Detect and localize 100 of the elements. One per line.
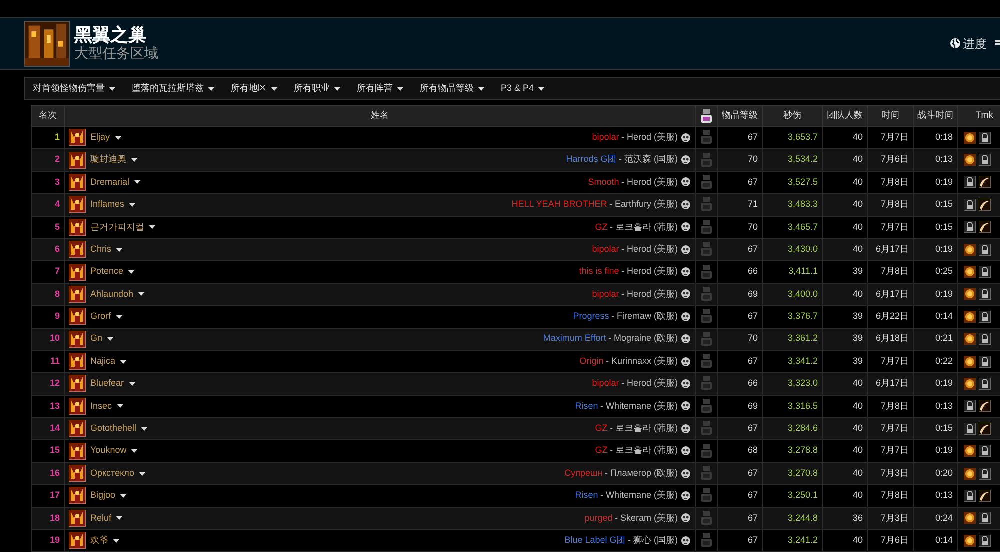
filter-dropdown[interactable]: 所有地区 (223, 78, 286, 99)
player-name-link[interactable]: Gn (90, 332, 114, 346)
player-name-link[interactable]: Najica (90, 354, 128, 368)
guild-link[interactable]: GZ (595, 445, 608, 456)
caret-icon (107, 337, 114, 342)
skull-icon[interactable] (681, 222, 691, 232)
skull-icon[interactable] (681, 155, 691, 166)
skull-icon[interactable] (681, 401, 691, 412)
column-header[interactable]: 战斗时间 (914, 106, 958, 126)
column-header[interactable]: 秒伤 (762, 106, 822, 126)
table-cell: 7月7日 (868, 126, 914, 149)
skull-icon[interactable] (681, 267, 691, 278)
table-cell: 0:21 (914, 328, 958, 350)
player-name-link[interactable]: Eljay (90, 130, 122, 144)
skull-icon[interactable] (681, 312, 691, 322)
rank-cell: 6 (32, 238, 64, 261)
column-header[interactable]: 时间 (868, 106, 914, 126)
caret-icon (129, 202, 136, 207)
skull-icon[interactable] (681, 132, 691, 143)
guild-link[interactable]: bipolar (592, 132, 620, 142)
table-cell: 6月17日 (868, 283, 914, 306)
skull-icon[interactable] (681, 536, 691, 546)
dps-cell: 3,284.6 (762, 418, 822, 440)
flame-figure-icon (69, 308, 86, 326)
column-header[interactable]: 姓名 (64, 106, 696, 126)
column-header[interactable]: 物品等级 (718, 106, 762, 126)
skull-icon[interactable] (681, 334, 691, 344)
guild-link[interactable]: Origin (580, 356, 604, 366)
progress-link[interactable]: 进度 (950, 34, 987, 52)
guild-link[interactable]: bipolar (592, 244, 620, 254)
dps-cell: 3,270.8 (762, 462, 822, 485)
filter-dropdown[interactable]: 所有阵营 (349, 78, 412, 99)
player-name-link[interactable]: Gotothehell (90, 422, 148, 436)
player-name-link[interactable]: Chris (90, 242, 124, 256)
guild-link[interactable]: GZ (595, 222, 608, 232)
guild-link[interactable]: Progress (573, 311, 610, 322)
column-header[interactable]: Tmk (958, 106, 1000, 126)
guild-link[interactable]: this is fine (579, 266, 620, 276)
player-name-link[interactable]: Ahlaundoh (90, 288, 146, 302)
filter-dropdown[interactable]: 堕落的瓦拉斯塔兹 (124, 78, 223, 99)
player-name-link[interactable]: 璇封迪奥 (90, 153, 138, 167)
table-cell: 70 (718, 148, 762, 172)
player-name-link[interactable]: 欢爷 (90, 534, 120, 548)
player-name-link[interactable]: Reluf (90, 512, 124, 526)
filter-dropdown[interactable]: 对首领怪物伤害量 (25, 78, 124, 99)
dps-cell: 3,653.7 (762, 126, 822, 149)
menu-icon[interactable] (995, 40, 1000, 48)
skull-icon[interactable] (681, 446, 691, 456)
guild-link[interactable]: Risen (575, 400, 598, 411)
skull-icon[interactable] (681, 244, 691, 255)
guild-link[interactable]: Maximum Effort (543, 333, 606, 344)
skull-icon[interactable] (681, 424, 691, 434)
caret-icon (138, 472, 146, 476)
table-cell: 40 (822, 440, 868, 462)
guild-link[interactable]: bipolar (592, 288, 620, 299)
player-name-link[interactable]: Insec (90, 400, 124, 414)
guild-link[interactable]: Harrods G团 (566, 154, 617, 164)
player-name-link[interactable]: Grorf (90, 310, 123, 324)
skull-icon[interactable] (681, 200, 691, 210)
player-name-link[interactable]: Inflames (90, 198, 136, 212)
table-cell: 0:19 (914, 283, 958, 306)
flame-figure-icon (69, 174, 86, 191)
table-cell: 0:13 (914, 484, 958, 508)
skull-icon[interactable] (681, 177, 691, 188)
realm-text: - Herod (美服) (621, 130, 678, 144)
guild-link[interactable]: GZ (595, 423, 608, 434)
filter-dropdown[interactable]: 所有物品等级 (412, 78, 493, 99)
player-name-link[interactable]: Youknow (90, 444, 138, 458)
filter-dropdown[interactable]: P3 & P4 (493, 78, 554, 99)
guild-link[interactable]: Супрешн (564, 468, 603, 478)
skull-icon[interactable] (681, 378, 691, 389)
player-name-link[interactable]: Potence (90, 265, 136, 279)
skull-icon[interactable] (681, 468, 691, 479)
table-cell: 7月8日 (868, 484, 914, 508)
skull-icon[interactable] (681, 513, 691, 524)
player-name-link[interactable]: Dremarial (90, 176, 142, 190)
guild-link[interactable]: bipolar (592, 378, 620, 388)
player-name-link[interactable]: 근거가피지컬 (90, 220, 156, 234)
column-header[interactable]: 名次 (32, 106, 64, 126)
player-name-link[interactable]: Bluefear (90, 377, 136, 391)
guild-link[interactable]: HELL YEAH BROTHER (512, 199, 608, 210)
guild-link[interactable]: Blue Label G团 (564, 534, 626, 545)
skull-icon[interactable] (681, 356, 691, 367)
guild-link[interactable]: purged (584, 512, 613, 523)
flame-figure-icon (69, 152, 86, 169)
table-cell: 7月7日 (868, 440, 914, 462)
skull-icon[interactable] (681, 289, 691, 300)
flame-figure-icon (69, 442, 86, 460)
filter-dropdown[interactable]: 所有职业 (286, 78, 349, 99)
guild-link[interactable]: Smooth (588, 176, 620, 187)
table-cell: 67 (718, 126, 762, 149)
flame-figure-icon (69, 353, 86, 370)
guild-link[interactable]: Risen (575, 490, 598, 500)
skull-icon[interactable] (681, 490, 691, 501)
caret-icon (271, 86, 278, 90)
player-name-link[interactable]: Оркстекло (90, 466, 146, 480)
realm-text: - Earthfury (美服) (609, 198, 678, 212)
column-header[interactable]: 团队人数 (822, 106, 868, 126)
caret-icon (116, 404, 124, 408)
player-name-link[interactable]: Bigjoo (90, 489, 128, 503)
